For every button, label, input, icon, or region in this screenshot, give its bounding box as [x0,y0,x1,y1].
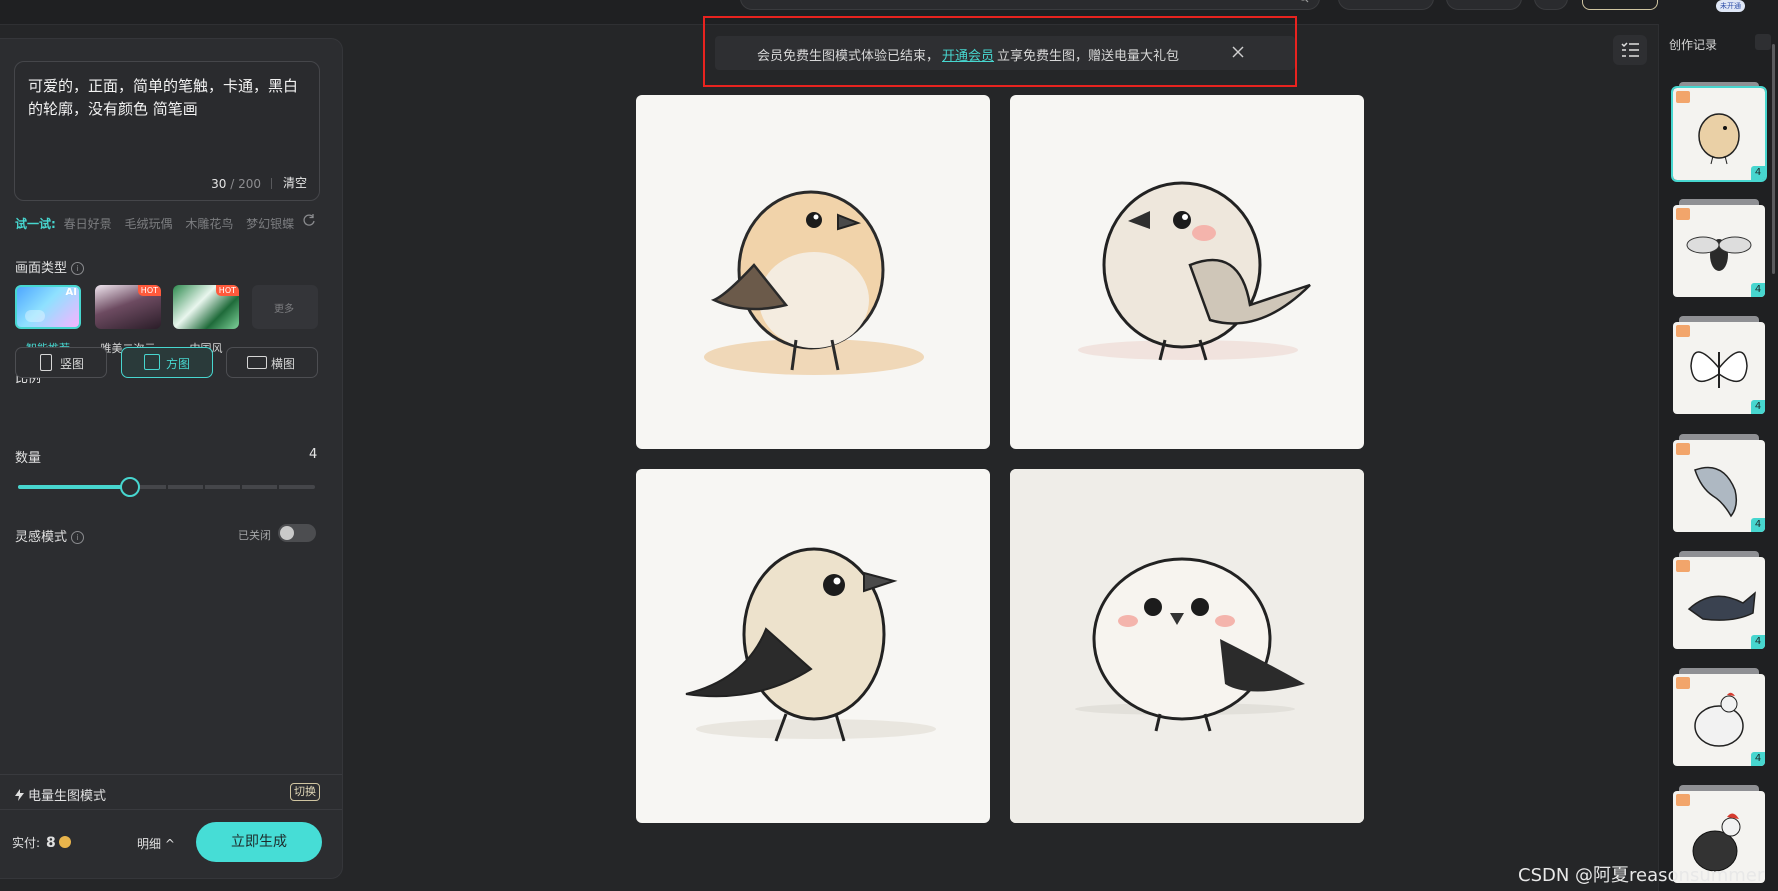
generate-button[interactable]: 立即生成 [196,822,322,862]
hot-badge: HOT [137,285,161,296]
history-item[interactable]: 4 [1673,551,1765,649]
slider-tick [203,485,205,489]
generated-image-3[interactable] [636,469,990,823]
history-title: 创作记录 [1669,38,1718,52]
list-icon[interactable] [1755,34,1771,50]
prompt-text[interactable]: 可爱的，正面，简单的笔触，卡通，黑白的轮廓，没有颜色 简笔画 [28,75,308,121]
prompt-input[interactable]: 可爱的，正面，简单的笔触，卡通，黑白的轮廓，没有颜色 简笔画 30 / 200 … [14,61,320,201]
user-menu[interactable] [1446,0,1522,10]
suggestion-chip[interactable]: 梦幻银蝶 [246,217,294,231]
switch-mode-button[interactable]: 切换 [290,783,320,801]
bird-illustration [1010,469,1364,823]
image-count-badge: 4 [1751,752,1765,766]
suggestion-chip[interactable]: 毛绒玩偶 [124,217,172,231]
image-count-badge: 4 [1751,400,1765,414]
ai-badge: AI [65,287,77,298]
history-item[interactable]: 4 [1673,434,1765,532]
style-card-smart[interactable]: AI [15,285,81,329]
list-view-button[interactable] [1613,35,1647,65]
coin-icon [58,836,71,848]
ratio-portrait-button[interactable]: 竖图 [15,347,107,378]
style-card-anime[interactable]: HOT [95,285,161,329]
divider [271,178,272,189]
bookmark-icon [1676,91,1690,103]
inspiration-toggle[interactable] [278,524,316,542]
bookmark-icon [1676,677,1690,689]
ratio-landscape-button[interactable]: 横图 [226,347,318,378]
slider-fill [18,485,129,489]
slider-tick [277,485,279,489]
suggestion-lead: 试一试: [15,217,56,231]
square-icon [144,354,160,370]
search-input[interactable] [740,0,1320,10]
bookmark-icon [1676,443,1690,455]
hot-badge: HOT [215,285,239,296]
more-styles-button[interactable]: 更多 [252,285,318,329]
divider [0,774,342,775]
detail-toggle[interactable]: 明细 ^ [137,835,175,852]
watermark: CSDN @阿夏reasonsummer [1518,865,1765,886]
portrait-icon [40,354,52,371]
clear-button[interactable]: 清空 [283,174,307,191]
image-count-badge: 4 [1751,283,1765,297]
generated-image-1[interactable] [636,95,990,449]
membership-status-badge: 未开通 [1716,0,1745,12]
history-item[interactable]: 4 [1671,82,1767,182]
refresh-icon[interactable] [302,213,316,227]
slider-tick [166,485,168,489]
power-mode: 电量生图模式 [15,785,106,804]
info-icon[interactable]: i [71,531,85,544]
chevron-up-icon: ^ [164,837,175,851]
history-item[interactable]: 4 [1673,199,1765,297]
history-sidebar: 创作记录 4 4 4 4 4 4 [1658,24,1778,891]
image-count-badge: 4 [1751,635,1765,649]
bird-illustration [1078,181,1311,361]
bookmark-icon [1676,208,1690,220]
inspiration-title: 灵感模式 i [15,526,85,545]
ratio-square-button[interactable]: 方图 [121,347,213,378]
suggestion-chip[interactable]: 春日好景 [64,217,112,231]
inspiration-state: 已关闭 [238,529,271,542]
image-count-badge: 4 [1751,518,1765,532]
bookmark-icon [1676,325,1690,337]
quantity-value: 4 [309,447,318,462]
prompt-suggestions: 试一试: 春日好景 毛绒玩偶 木雕花鸟 梦幻银蝶 [15,215,303,232]
landscape-icon [247,356,267,369]
quantity-title: 数量 [15,451,42,466]
image-count-badge: 4 [1751,166,1765,180]
char-counter: 30 / 200 [211,177,261,191]
notification-button[interactable] [1534,0,1568,10]
slider-handle[interactable] [120,477,140,497]
search-icon[interactable] [1299,0,1309,3]
suggestion-chip[interactable]: 木雕花鸟 [185,217,233,231]
style-card-chinese[interactable]: HOT [173,285,239,329]
bird-illustration [704,190,924,375]
membership-button[interactable] [1582,0,1658,10]
toggle-knob [280,526,294,540]
lightning-icon [15,789,24,801]
bird-illustration [685,547,936,742]
bookmark-icon [1676,560,1690,572]
checklist-icon [1621,42,1639,57]
slider-tick [240,485,242,489]
divider [0,809,342,810]
generated-image-2[interactable] [1010,95,1364,449]
generated-image-4[interactable] [1010,469,1364,823]
info-icon[interactable]: i [71,262,85,275]
history-item[interactable]: 4 [1673,668,1765,766]
style-section-title: 画面类型 i [15,257,85,276]
scrollbar[interactable] [1772,44,1775,274]
cost-display: 实付: 8 [12,834,71,851]
swap-icon [25,310,45,322]
settings-panel: 可爱的，正面，简单的笔触，卡通，黑白的轮廓，没有颜色 简笔画 30 / 200 … [0,38,343,879]
top-nav-button[interactable] [1338,0,1434,10]
highlight-box [703,16,1297,87]
bookmark-icon [1676,794,1690,806]
history-item[interactable]: 4 [1673,316,1765,414]
quantity-slider[interactable] [18,477,315,497]
